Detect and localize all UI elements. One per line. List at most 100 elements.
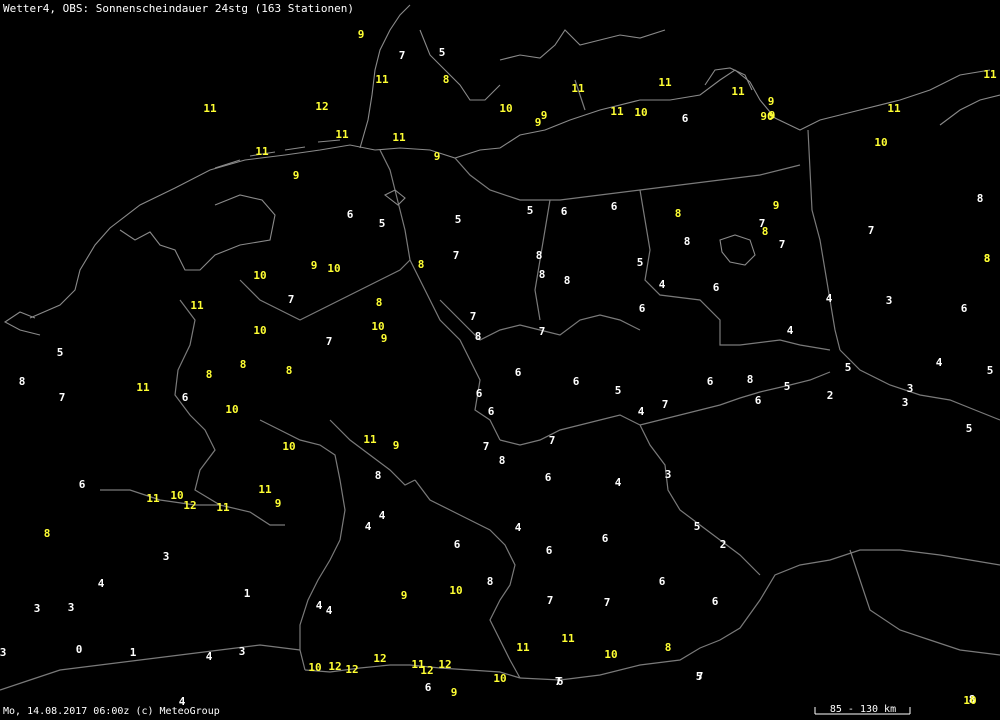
station-value-label: 9 (381, 332, 388, 345)
station-value-label: 90 (760, 110, 773, 123)
station-value-label: 6 (515, 366, 522, 379)
scale-label: 85 - 130 km (829, 704, 897, 715)
station-value-label: 6 (961, 302, 968, 315)
station-value-label: 8 (536, 249, 543, 262)
timestamp-footer: Mo, 14.08.2017 06:00z (c) MeteoGroup (3, 706, 220, 717)
station-value-label: 6 (611, 200, 618, 213)
station-value-label: 4 (316, 599, 323, 612)
station-value-label: 6 (488, 405, 495, 418)
station-value-label: 3 (163, 550, 170, 563)
station-value-label: 5 (637, 256, 644, 269)
station-value-label: 5 (379, 217, 386, 230)
station-value-label: 4 (515, 521, 522, 534)
station-value-label: 4 (206, 650, 213, 663)
station-value-label: 4 (379, 509, 386, 522)
station-value-label: 9 (401, 589, 408, 602)
station-value-label: 11 (731, 85, 745, 98)
station-value-label: 10 (493, 672, 506, 685)
station-value-label: 11 (258, 483, 272, 496)
station-value-label: 5 (694, 520, 701, 533)
station-value-label: 4 (787, 324, 794, 337)
station-value-label: 7 (399, 49, 406, 62)
station-value-label: 3 (239, 645, 246, 658)
station-value-label: 3 (902, 396, 909, 409)
station-value-label: 7 (604, 596, 611, 609)
station-value-label: 8 (977, 192, 984, 205)
station-value-label: 6 (561, 205, 568, 218)
station-value-label: 8 (418, 258, 425, 271)
station-value-label: 8 (665, 641, 672, 654)
station-value-label: 9 (293, 169, 300, 182)
station-value-label: 7 (549, 434, 556, 447)
station-value-label: 5 (845, 361, 852, 374)
station-value-label: 10 (604, 648, 617, 661)
station-value-label: 0 (76, 643, 83, 656)
station-value-label: 9 (773, 199, 780, 212)
station-value-label: 8 (286, 364, 293, 377)
station-value-label: 8 (675, 207, 682, 220)
station-value-label: 8 (499, 454, 506, 467)
station-value-label: 8 (19, 375, 26, 388)
station-value-label: 9 (434, 150, 441, 163)
station-value-label: 11 (983, 68, 997, 81)
station-value-label: 5 (57, 346, 64, 359)
station-value-label: 7 (662, 398, 669, 411)
station-value-label: 6 (546, 544, 553, 557)
station-value-label: 11 (203, 102, 217, 115)
station-value-label: 3 (665, 468, 672, 481)
station-value-label: 7 (326, 335, 333, 348)
station-value-label: 7 (483, 440, 490, 453)
station-value-label: 2 (827, 389, 834, 402)
station-value-label: 10 (282, 440, 295, 453)
station-value-label: 10 (253, 269, 266, 282)
station-value-label: 6 (545, 471, 552, 484)
station-value-label: 6 (347, 208, 354, 221)
station-value-label: 8 (44, 527, 51, 540)
station-value-label: 10 (253, 324, 266, 337)
station-value-label: 5 (439, 46, 446, 59)
station-value-label: 11 (255, 145, 269, 158)
station-value-label: 12 (420, 664, 433, 677)
station-value-label: 11 (887, 102, 901, 115)
station-value-label: 3 (886, 294, 893, 307)
station-value-label: 7 (697, 670, 704, 683)
station-value-label: 5 (615, 384, 622, 397)
station-value-label: 7 (868, 224, 875, 237)
station-value-label: 5 (455, 213, 462, 226)
station-value-label: 7 (779, 238, 786, 251)
station-value-label: 11 (392, 131, 406, 144)
station-value-label: 5 (987, 364, 994, 377)
station-value-label: 11 (658, 76, 672, 89)
station-value-label: 8 (375, 469, 382, 482)
station-value-label: 11 (375, 73, 389, 86)
station-value-label: 9 (451, 686, 458, 699)
station-value-label: 8 (564, 274, 571, 287)
station-value-label: 11 (516, 641, 530, 654)
station-value-label: 6 (712, 595, 719, 608)
station-value-label: 6 (659, 575, 666, 588)
station-value-label: 4 (98, 577, 105, 590)
station-value-label: 11 (561, 632, 575, 645)
map-title: Wetter4, OBS: Sonnenscheindauer 24stg (1… (3, 2, 354, 15)
station-value-label: 6 (182, 391, 189, 404)
station-value-label: 11 (136, 381, 150, 394)
station-value-label: 8 (487, 575, 494, 588)
station-value-label: 3 (34, 602, 41, 615)
station-value-label: 6 (79, 478, 86, 491)
station-value-label: 9 (275, 497, 282, 510)
station-value-label: 7 (288, 293, 295, 306)
station-value-label: 6 (602, 532, 609, 545)
station-value-label: 8 (240, 358, 247, 371)
station-value-label: 8 (747, 373, 754, 386)
station-value-label: 4 (615, 476, 622, 489)
station-value-label: 8 (984, 252, 991, 265)
station-value-label: 12 (328, 660, 341, 673)
station-value-label: 3 (68, 601, 75, 614)
station-value-label: 4 (826, 292, 833, 305)
station-value-label: 10 (634, 106, 647, 119)
station-value-label: 11 (216, 501, 230, 514)
station-value-label: 10 (225, 403, 238, 416)
station-value-label: 8 (206, 368, 213, 381)
station-value-label: 1 (244, 587, 251, 600)
station-value-label: 11 (363, 433, 377, 446)
